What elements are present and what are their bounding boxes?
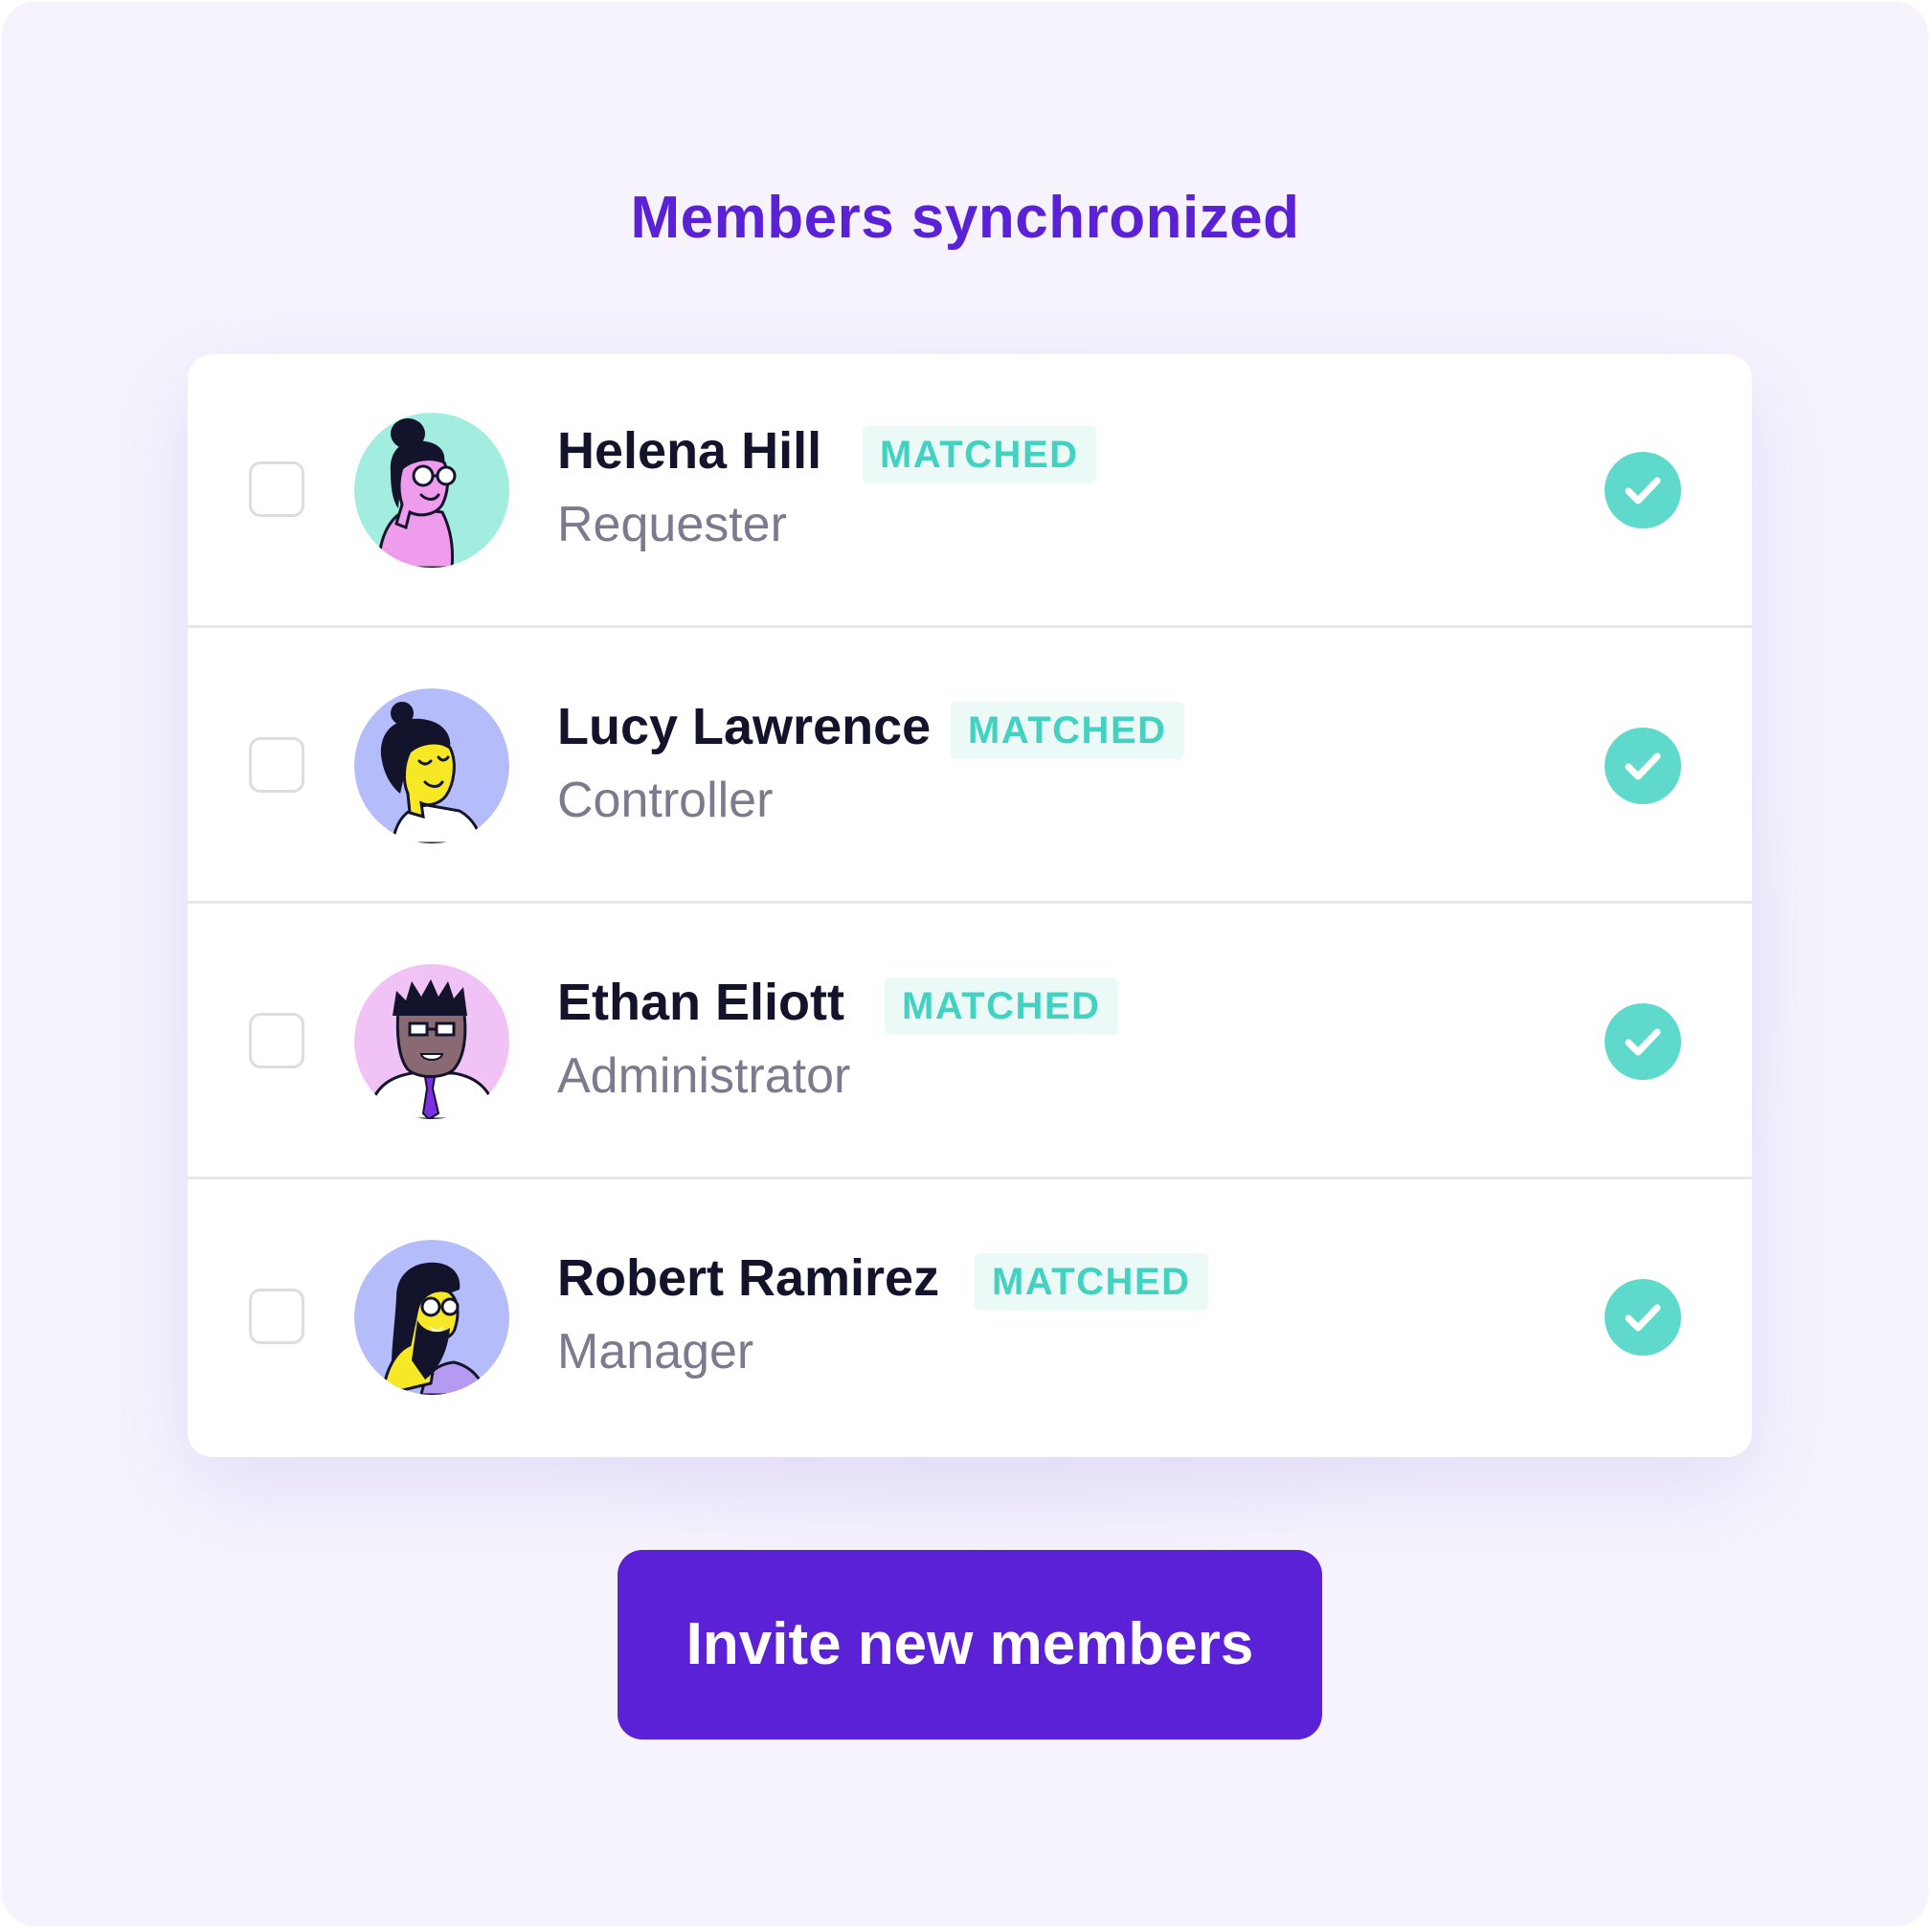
member-role: Administrator xyxy=(557,1048,851,1104)
status-badge: MATCHED xyxy=(885,977,1118,1035)
check-circle-icon xyxy=(1605,1279,1681,1356)
page-background: Members synchronized Helena Hill MATCHED… xyxy=(2,2,1928,1926)
person-avatar-icon xyxy=(354,964,509,1119)
member-checkbox[interactable] xyxy=(249,737,304,793)
member-row: Lucy Lawrence MATCHED Controller xyxy=(188,630,1752,904)
check-circle-icon xyxy=(1605,728,1681,804)
avatar xyxy=(354,1240,509,1395)
members-card: Helena Hill MATCHED Requester Lucy Lawre… xyxy=(188,354,1752,1457)
member-row: Ethan Eliott MATCHED Administrator xyxy=(188,906,1752,1179)
member-row: Helena Hill MATCHED Requester xyxy=(188,354,1752,628)
member-role: Controller xyxy=(557,773,774,828)
person-avatar-icon xyxy=(354,413,509,568)
check-circle-icon xyxy=(1605,452,1681,528)
person-avatar-icon xyxy=(354,688,509,843)
check-circle-icon xyxy=(1605,1003,1681,1080)
person-avatar-icon xyxy=(354,1240,509,1395)
member-checkbox[interactable] xyxy=(249,1289,304,1344)
avatar xyxy=(354,413,509,568)
member-name: Helena Hill xyxy=(557,422,822,480)
member-checkbox[interactable] xyxy=(249,1013,304,1068)
member-row: Robert Ramirez MATCHED Manager xyxy=(188,1181,1752,1455)
avatar xyxy=(354,964,509,1119)
avatar xyxy=(354,688,509,843)
member-name: Lucy Lawrence xyxy=(557,698,932,755)
invite-new-members-button[interactable]: Invite new members xyxy=(618,1550,1322,1739)
member-role: Requester xyxy=(557,497,787,552)
member-checkbox[interactable] xyxy=(249,461,304,517)
status-badge: MATCHED xyxy=(863,426,1096,483)
status-badge: MATCHED xyxy=(951,702,1184,759)
page-title: Members synchronized xyxy=(630,185,1300,251)
member-name: Robert Ramirez xyxy=(557,1249,940,1307)
status-badge: MATCHED xyxy=(975,1253,1208,1311)
member-role: Manager xyxy=(557,1324,754,1380)
member-name: Ethan Eliott xyxy=(557,974,844,1031)
